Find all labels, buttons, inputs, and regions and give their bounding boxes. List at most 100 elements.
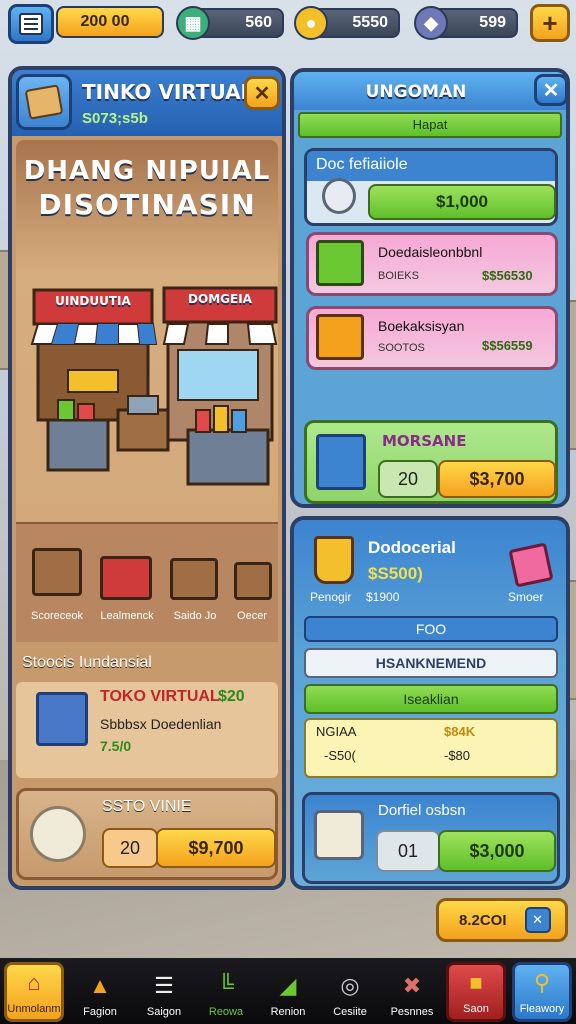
order-panel: Dodocerial $S500) Penogir $1900 Smoer FO… — [290, 516, 570, 890]
bar-iseaklian[interactable]: Iseaklian — [304, 684, 558, 714]
featured-item-price: $20 — [218, 688, 245, 705]
item-left-value: $1900 — [366, 590, 400, 604]
shop-panel-title: TINKO VIRTUAN — [82, 80, 258, 104]
stall-sign-2: DOMGEIA — [188, 292, 252, 306]
close-icon: ✕ — [542, 79, 560, 102]
shop-icon: ▲ — [89, 973, 111, 998]
list-icon: ☰ — [154, 973, 174, 998]
nav-bag[interactable]: ■ Saon — [446, 962, 506, 1022]
confirm-button-label: 8.2COI — [459, 911, 507, 929]
nav-search-label: Fleawory — [519, 1003, 565, 1015]
stock-vine-title: SSTO VINIE — [102, 798, 192, 815]
cylinder-icon — [322, 178, 356, 214]
nav-list[interactable]: ☰ Saigon — [134, 962, 194, 1022]
item-label-4: Oecer — [237, 610, 267, 622]
nav-build-label: Renion — [270, 1006, 306, 1018]
crate-icon[interactable] — [234, 562, 272, 600]
nav-build[interactable]: ◢ Renion — [258, 962, 318, 1022]
upgrade-panel: UNGOMAN ✕ Hapat Doc fefiaiiole $1,000 Do… — [290, 68, 570, 508]
gem-icon: ◆ — [414, 6, 448, 40]
upgrade-panel-title: UNGOMAN — [365, 82, 467, 102]
nav-chart[interactable]: ╚ Reowa — [196, 962, 256, 1022]
close-button[interactable]: ✕ — [244, 76, 280, 110]
section-title: Stoocis Iundansial — [22, 654, 152, 671]
confirm-button[interactable]: 8.2COI ✕ — [436, 898, 568, 942]
counter-left — [46, 418, 110, 472]
home-icon: ⌂ — [27, 970, 41, 995]
nav-tools[interactable]: ✖ Pesnnes — [382, 962, 442, 1022]
shop-box-icon — [36, 692, 88, 746]
resource-3-value: 5550 — [352, 14, 388, 31]
upgrade-card-4-buy-button[interactable]: $3,700 — [438, 460, 556, 498]
gift-icon — [508, 542, 554, 588]
dorfiel-card-buy-button[interactable]: $3,000 — [438, 830, 556, 872]
money-icon: ▦ — [176, 6, 210, 40]
stock-vine-buy-button[interactable]: $9,700 — [156, 828, 276, 868]
item-left-label: Penogir — [310, 590, 352, 604]
resource-2-value: 560 — [245, 14, 272, 31]
nav-gauge-label: Cesiite — [333, 1006, 367, 1018]
bucket-icon — [314, 536, 354, 584]
order-panel-title: Dodocerial — [368, 538, 456, 557]
bar-foo[interactable]: FOO — [304, 616, 558, 642]
dorfiel-card-quantity[interactable]: 01 — [376, 830, 440, 872]
upgrade-card-3-price: $$56559 — [482, 338, 533, 353]
shelf-icon[interactable] — [32, 548, 82, 596]
nav-chart-label: Reowa — [208, 1006, 244, 1018]
tab-hapat[interactable]: Hapat — [298, 112, 562, 138]
add-currency-button[interactable]: + — [530, 4, 570, 42]
menu-button[interactable] — [8, 4, 54, 44]
chart-icon: ╚ — [218, 973, 234, 998]
upgrade-card-2-price: $$56530 — [482, 268, 533, 283]
menu-icon — [19, 13, 43, 35]
stall-sign-1: UINDUUTIA — [55, 294, 131, 308]
coin-icon: ● — [294, 6, 328, 40]
coins-pile-icon — [30, 806, 86, 862]
nav-bag-label: Saon — [463, 1003, 489, 1015]
close-icon: ✕ — [253, 82, 271, 105]
upgrade-card-4-title: MORSANE — [382, 432, 467, 450]
resource-4-value: 599 — [479, 14, 506, 31]
nav-gauge[interactable]: ◎ Cesiite — [320, 962, 380, 1022]
resource-4-counter: ◆ 599 — [414, 6, 518, 40]
gauge-icon: ◎ — [340, 973, 360, 998]
cart-icon — [314, 810, 364, 860]
table-col2-head: $84K — [444, 724, 476, 739]
nav-shop[interactable]: ▲ Fagion — [70, 962, 130, 1022]
search-icon: ⚲ — [533, 970, 551, 995]
dorfiel-card-title: Dorfiel osbsn — [378, 802, 466, 819]
register-icon[interactable] — [170, 558, 218, 600]
cashbox-icon[interactable] — [100, 556, 152, 600]
shop-panel-subtitle: S073;s5b — [82, 110, 148, 127]
featured-item-sub-price: 7.5/0 — [100, 738, 132, 754]
stock-vine-quantity[interactable]: 20 — [102, 828, 158, 868]
bar-hsanknemend[interactable]: HSANKNEMEND — [304, 648, 558, 678]
box-icon — [24, 84, 64, 120]
nav-tools-label: Pesnnes — [390, 1006, 434, 1018]
nav-search[interactable]: ⚲ Fleawory — [512, 962, 572, 1022]
upgrade-card-2-name: Doedaisleonbbnl — [378, 244, 483, 260]
cash-bundle-icon — [316, 240, 364, 286]
coins-value: 200 00 — [80, 13, 130, 30]
table-col2-value: -$80 — [444, 748, 471, 763]
resource-3-counter: ● 5550 — [294, 6, 400, 40]
shop-panel-avatar — [16, 74, 72, 130]
nav-list-label: Saigon — [146, 1006, 182, 1018]
close-icon: ✕ — [524, 907, 551, 933]
upgrade-card-4-quantity[interactable]: 20 — [378, 460, 438, 498]
counter-right — [186, 428, 270, 486]
item-right-label: Smoer — [508, 590, 544, 604]
hero-title-line-2: DISOTINASIN — [38, 188, 256, 221]
resource-2-counter: ▦ 560 — [176, 6, 284, 40]
nav-shop-label: Fagion — [83, 1006, 117, 1018]
close-button[interactable]: ✕ — [534, 74, 566, 106]
upgrade-card-1-buy-button[interactable]: $1,000 — [368, 184, 556, 220]
shop-panel: TINKO VIRTUAN S073;s5b ✕ DHANG NIPUIAL D… — [8, 66, 286, 890]
item-label-2: Lealmenck — [100, 610, 154, 622]
hero-title-line-1: DHANG NIPUIAL — [23, 156, 271, 186]
plus-icon: + — [542, 7, 558, 38]
gift-bag-icon — [316, 314, 364, 360]
nav-home[interactable]: ⌂ Unmolanm — [4, 962, 64, 1022]
upgrade-card-3-name: Boekaksisyan — [378, 318, 465, 334]
featured-item-desc: Sbbbsx Doedenlian — [100, 716, 222, 732]
